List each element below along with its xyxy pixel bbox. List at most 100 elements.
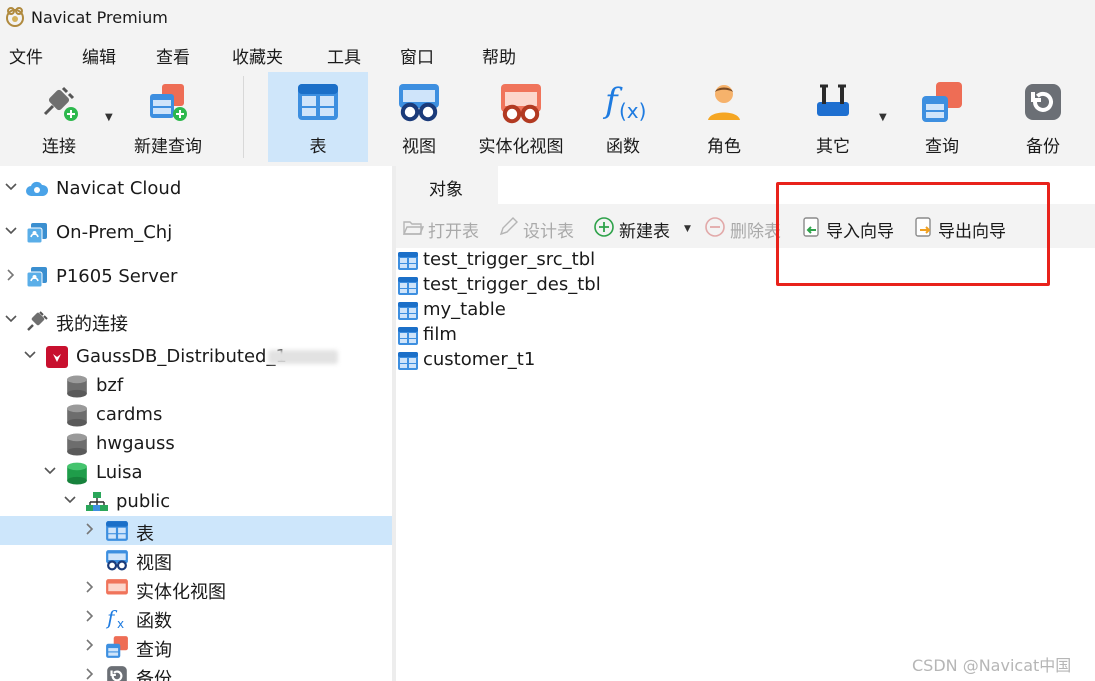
materialized-view-button[interactable]: 实体化视图	[470, 72, 572, 162]
other-dropdown-caret-icon[interactable]: ▼	[879, 112, 887, 123]
tree-label: 备份	[136, 669, 172, 681]
tree-item-functions[interactable]: 函数	[0, 603, 392, 632]
chevron-right-icon[interactable]	[83, 580, 97, 594]
tree-item-database-cardms[interactable]: cardms	[0, 400, 392, 429]
function-icon: f (x)	[602, 81, 645, 123]
table-name: my_table	[423, 299, 506, 320]
plug-icon	[27, 311, 48, 331]
chevron-right-icon[interactable]	[83, 667, 97, 681]
view-icon	[397, 80, 441, 124]
tree-item-queries[interactable]: 查询	[0, 632, 392, 661]
new-table-dropdown-caret-icon[interactable]: ▼	[684, 224, 691, 234]
chevron-down-icon[interactable]	[4, 312, 18, 326]
tree-item-gaussdb-connection[interactable]: GaussDB_Distributed_1	[0, 342, 392, 371]
chevron-right-icon[interactable]	[83, 609, 97, 623]
minus-circle-icon	[705, 217, 725, 237]
tools-icon	[817, 84, 849, 116]
table-button[interactable]: 表	[268, 72, 368, 162]
tree-item-onprem-chj[interactable]: On-Prem_Chj	[0, 218, 392, 247]
navicat-logo-icon	[6, 7, 24, 27]
server-icon	[25, 265, 49, 289]
tree-item-backups[interactable]: 备份	[0, 661, 392, 681]
chevron-right-icon[interactable]	[83, 522, 97, 536]
new-query-button[interactable]: 新建查询	[122, 72, 214, 162]
materialized-view-icon	[105, 577, 129, 601]
list-item-table[interactable]: test_trigger_des_tbl	[396, 273, 636, 298]
tree-item-navicat-cloud[interactable]: Navicat Cloud	[0, 174, 392, 203]
list-item-table[interactable]: test_trigger_src_tbl	[396, 248, 636, 273]
connect-label: 连接	[42, 137, 76, 157]
menu-window[interactable]: 窗口	[400, 43, 434, 68]
tab-objects[interactable]: 对象	[396, 166, 498, 204]
tree-item-database-bzf[interactable]: bzf	[0, 371, 392, 400]
plus-circle-icon	[594, 217, 614, 237]
menu-file[interactable]: 文件	[9, 43, 43, 68]
menu-view[interactable]: 查看	[156, 43, 190, 68]
tree-item-views[interactable]: 视图	[0, 545, 392, 574]
tree-label: 表	[136, 524, 154, 545]
svg-text:(x): (x)	[619, 99, 645, 123]
plug-add-icon	[43, 86, 78, 121]
new-query-icon	[150, 84, 187, 121]
watermark: CSDN @Navicat中国	[912, 656, 1072, 675]
tree-item-database-luisa[interactable]: Luisa	[0, 458, 392, 487]
tree-item-schema-public[interactable]: public	[0, 487, 392, 516]
tree-label: Luisa	[96, 462, 143, 483]
title-bar: Navicat Premium	[0, 0, 1095, 34]
chevron-down-icon[interactable]	[43, 464, 57, 478]
query-button[interactable]: 查询	[895, 72, 989, 162]
server-icon	[25, 221, 49, 245]
connect-dropdown-caret-icon[interactable]: ▼	[105, 112, 113, 123]
table-name: test_trigger_des_tbl	[423, 274, 601, 295]
design-table-label: 设计表	[523, 222, 574, 242]
list-item-table[interactable]: film	[396, 323, 636, 348]
materialized-view-icon	[499, 80, 543, 124]
menu-favorites[interactable]: 收藏夹	[232, 43, 283, 68]
list-item-table[interactable]: my_table	[396, 298, 636, 323]
chevron-down-icon[interactable]	[63, 493, 77, 507]
database-icon	[65, 432, 89, 456]
chevron-right-icon[interactable]	[83, 638, 97, 652]
chevron-down-icon[interactable]	[23, 348, 37, 362]
tree-label: hwgauss	[96, 433, 175, 454]
query-icon	[920, 80, 964, 124]
table-name: film	[423, 324, 457, 345]
chevron-down-icon[interactable]	[4, 224, 18, 238]
tree-label: cardms	[96, 404, 163, 425]
tree-label: bzf	[96, 375, 124, 396]
menu-edit[interactable]: 编辑	[82, 43, 116, 68]
tree-label: 我的连接	[56, 314, 128, 335]
tree-item-my-connections[interactable]: 我的连接	[0, 306, 392, 335]
function-button[interactable]: f (x) 函数	[574, 72, 672, 162]
role-label: 角色	[707, 137, 741, 157]
tree-label: GaussDB_Distributed_1	[76, 346, 287, 367]
table-icon	[397, 275, 419, 297]
huawei-logo-icon	[46, 346, 68, 368]
table-icon	[296, 80, 340, 124]
object-list: test_trigger_src_tbl test_trigger_des_tb…	[396, 248, 1095, 681]
role-button[interactable]: 角色	[674, 72, 774, 162]
list-item-table[interactable]: customer_t1	[396, 348, 636, 373]
tree-item-tables[interactable]: 表	[0, 516, 392, 545]
tree-item-p1605-server[interactable]: P1605 Server	[0, 262, 392, 291]
other-button[interactable]: 其它	[786, 72, 880, 162]
backup-icon	[105, 664, 129, 681]
view-button[interactable]: 视图	[370, 72, 468, 162]
tree-item-materialized-views[interactable]: 实体化视图	[0, 574, 392, 603]
backup-button[interactable]: 备份	[995, 72, 1091, 162]
toolbar-separator	[243, 76, 244, 158]
tree-item-database-hwgauss[interactable]: hwgauss	[0, 429, 392, 458]
main-toolbar: 连接 ▼ 新建查询 表 视图 实体化视图 f (x) 函数 角色 其它 ▼ 查询…	[0, 72, 1095, 167]
menu-help[interactable]: 帮助	[482, 43, 516, 68]
open-table-label: 打开表	[428, 222, 479, 242]
chevron-down-icon[interactable]	[4, 180, 18, 194]
tree-label: public	[116, 491, 171, 512]
table-icon	[397, 250, 419, 272]
materialized-view-label: 实体化视图	[478, 137, 564, 157]
database-icon	[65, 403, 89, 427]
menu-tools[interactable]: 工具	[327, 43, 361, 68]
connect-button[interactable]: 连接	[14, 72, 104, 162]
chevron-right-icon[interactable]	[4, 268, 18, 282]
database-icon	[65, 374, 89, 398]
table-icon	[397, 300, 419, 322]
